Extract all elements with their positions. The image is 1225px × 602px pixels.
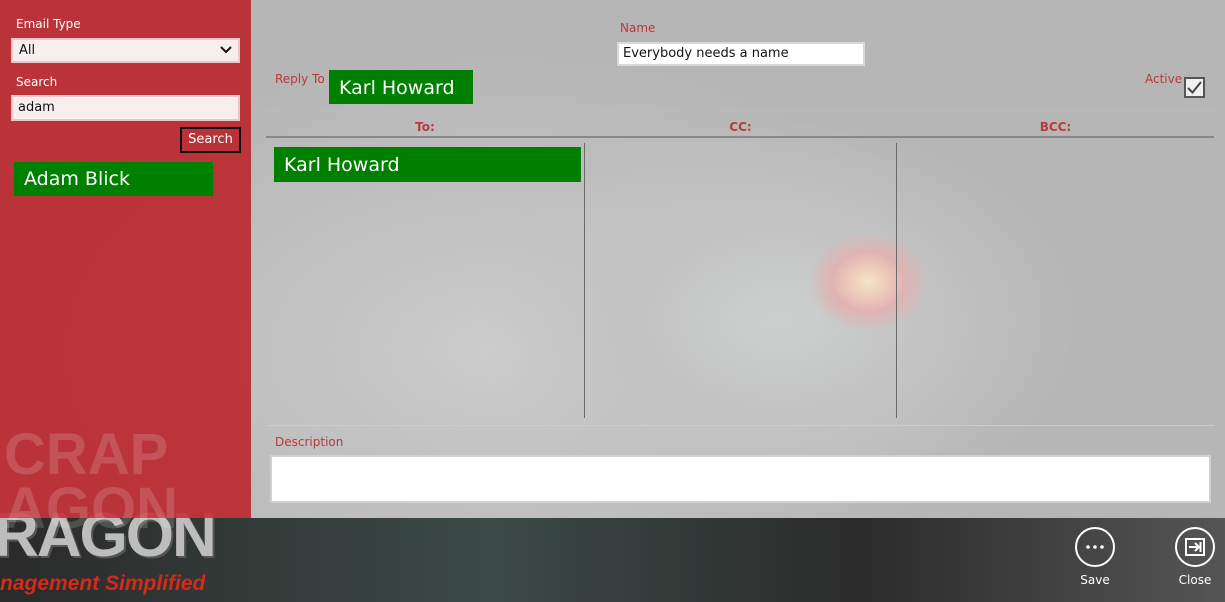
brand-watermark: CRAP AGON <box>4 422 178 541</box>
filter-panel: CRAP AGON Email Type All Search adam Sea… <box>0 0 251 538</box>
description-label: Description <box>275 435 344 449</box>
column-header-divider <box>266 136 1214 138</box>
active-label: Active <box>1145 72 1183 86</box>
divider <box>266 110 1214 111</box>
brand-tagline: nagement Simplified <box>0 572 206 595</box>
save-button[interactable]: Save <box>1065 527 1125 587</box>
name-input[interactable]: Everybody needs a name <box>617 42 865 66</box>
to-recipient-item[interactable]: Karl Howard <box>274 147 581 182</box>
search-label: Search <box>16 75 58 89</box>
exit-icon <box>1175 527 1215 567</box>
checkmark-icon <box>1186 81 1203 101</box>
email-type-value: All <box>19 43 36 58</box>
search-result-item[interactable]: Adam Blick <box>14 162 213 196</box>
cc-column-header: CC: <box>729 120 752 134</box>
divider <box>266 425 1214 426</box>
reply-to-recipient[interactable]: Karl Howard <box>329 70 473 104</box>
bcc-column-header: BCC: <box>1039 120 1072 134</box>
active-checkbox[interactable] <box>1184 77 1205 98</box>
column-divider <box>896 143 897 418</box>
email-type-select[interactable]: All <box>11 38 240 63</box>
to-column-header: To: <box>415 120 435 134</box>
chevron-down-icon <box>220 43 232 58</box>
column-divider <box>584 143 585 418</box>
close-button[interactable]: Close <box>1165 527 1225 587</box>
more-icon <box>1075 527 1115 567</box>
name-label: Name <box>620 21 656 35</box>
search-input[interactable]: adam <box>11 95 240 121</box>
reply-to-label: Reply To <box>275 72 325 86</box>
email-type-label: Email Type <box>16 17 81 31</box>
description-input[interactable] <box>270 455 1211 503</box>
close-label: Close <box>1178 573 1212 587</box>
save-label: Save <box>1080 573 1110 587</box>
search-button[interactable]: Search <box>180 127 241 153</box>
